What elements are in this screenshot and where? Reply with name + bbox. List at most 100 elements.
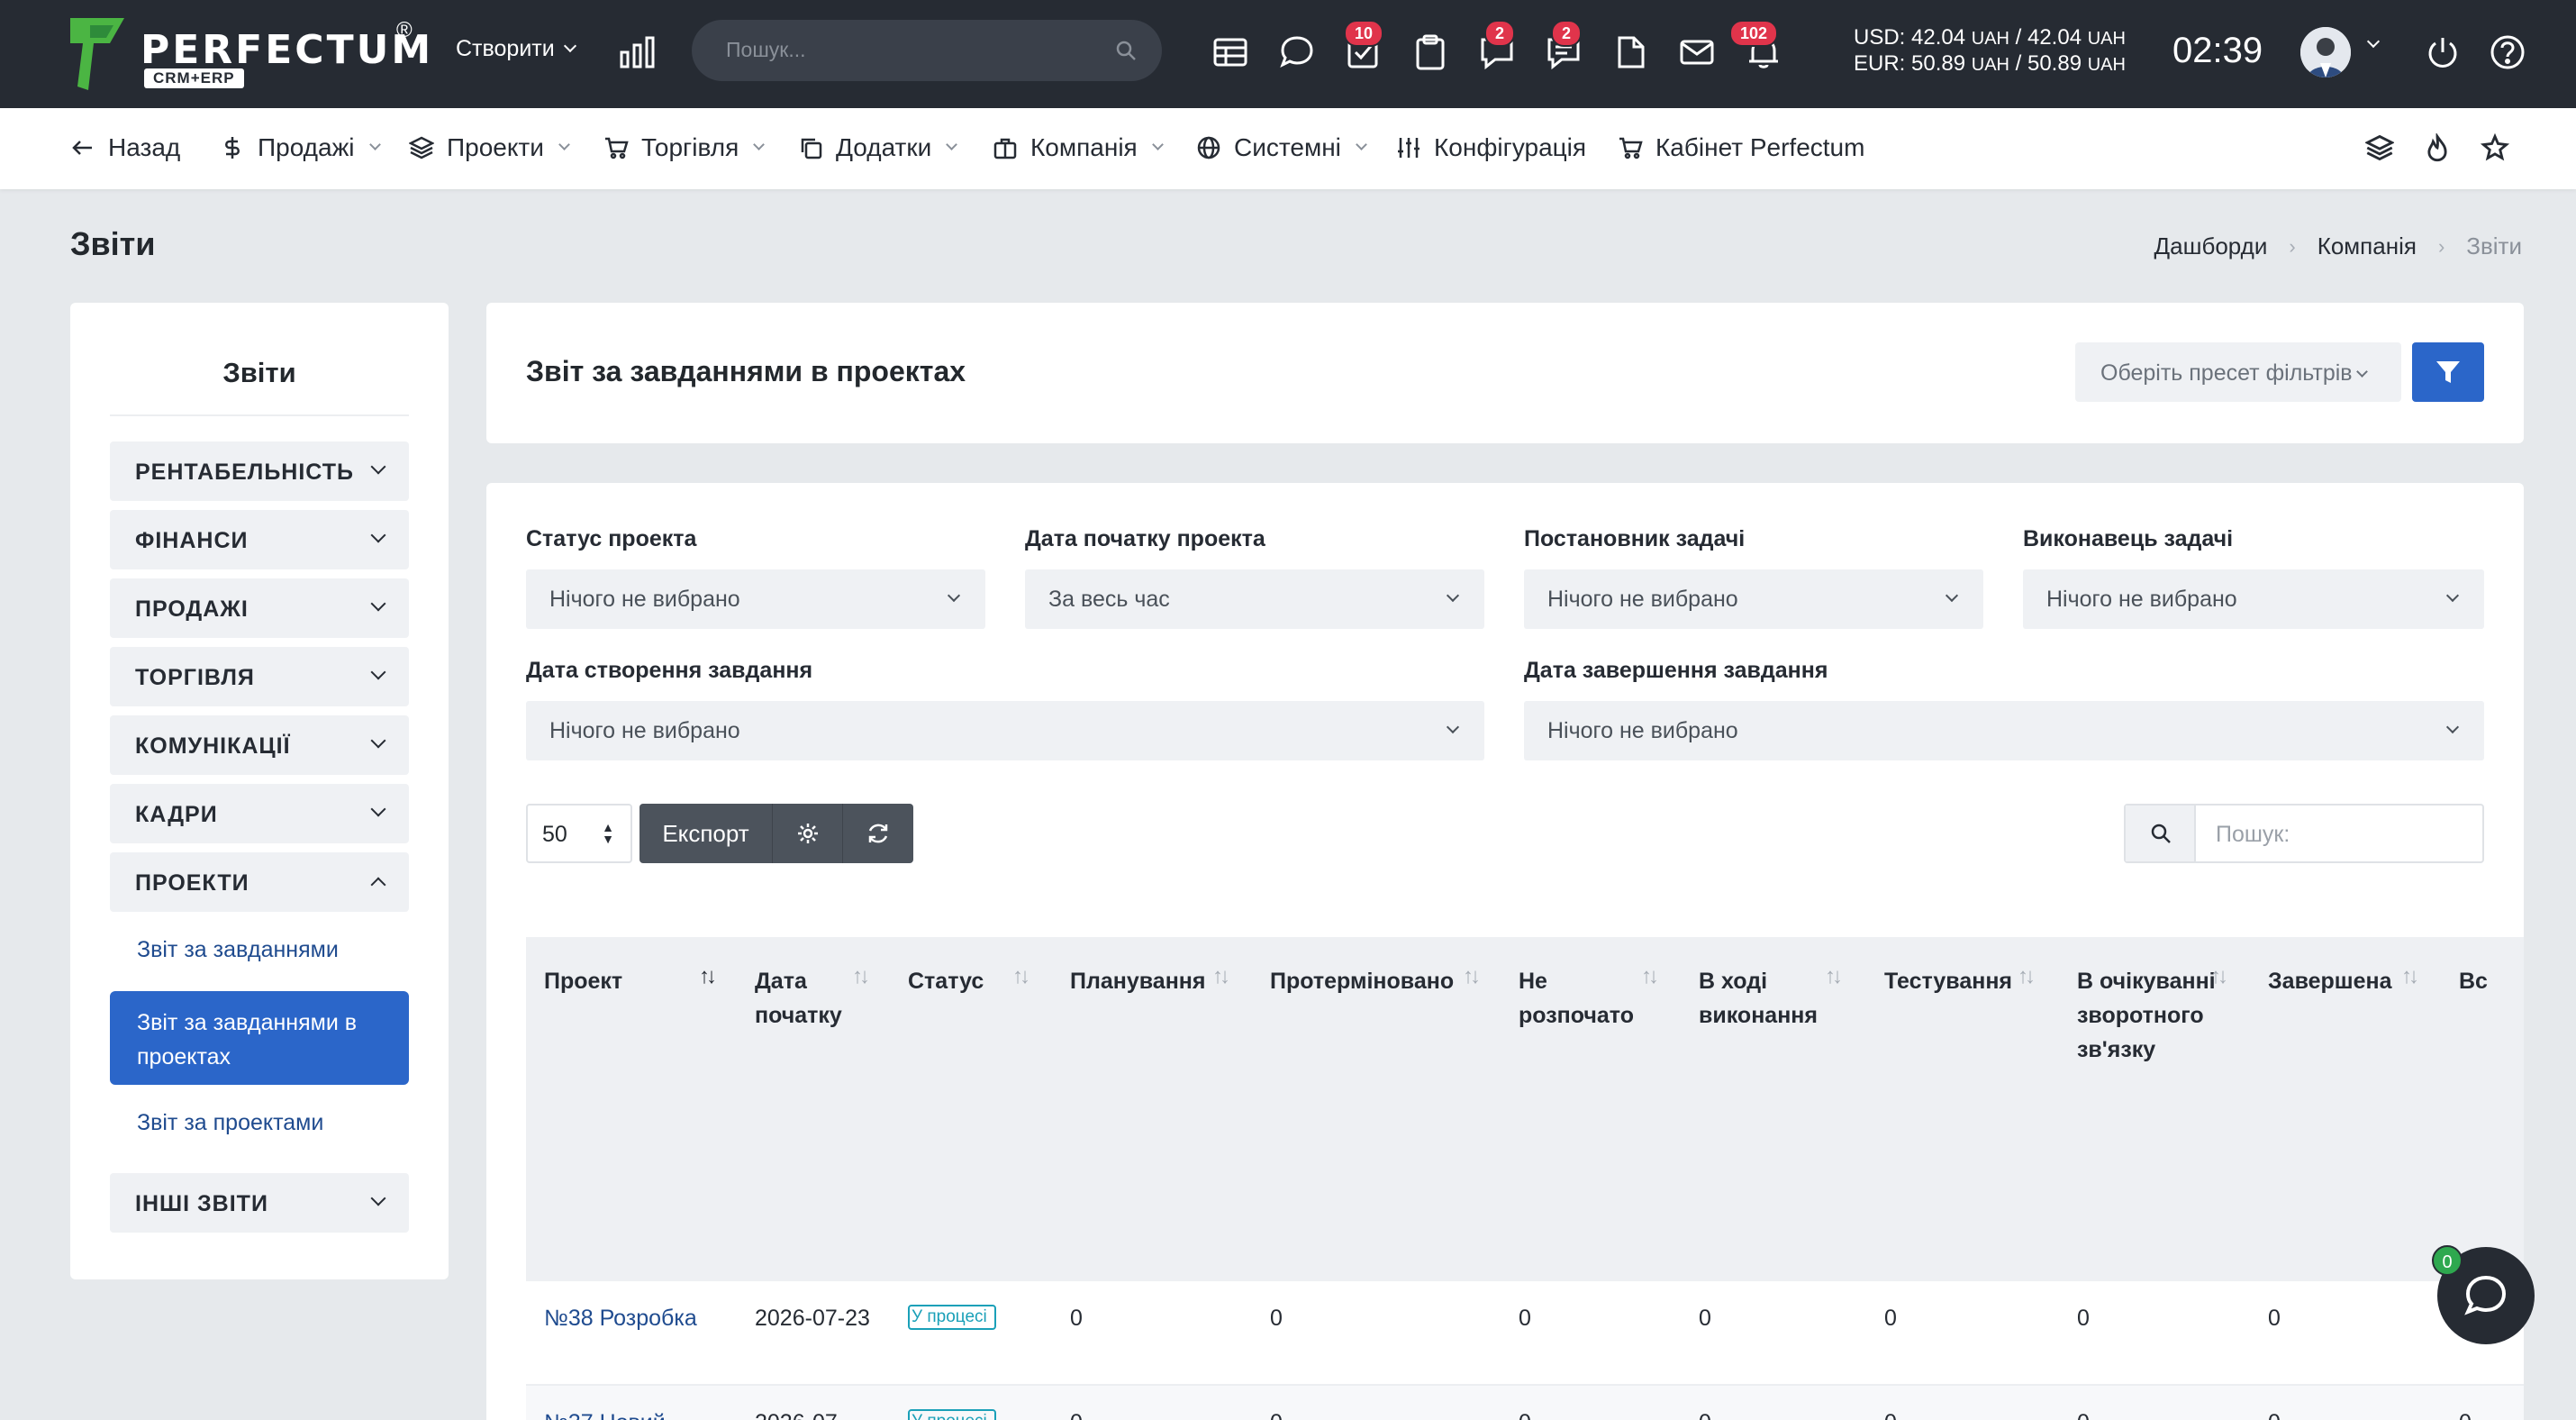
sort-icon[interactable]: ↑↓ — [2401, 964, 2419, 989]
sort-icon[interactable]: ↑↓ — [1463, 964, 1481, 989]
project-start-date-select[interactable]: За весь час — [1025, 569, 1484, 629]
nav-addons[interactable]: Додатки — [798, 133, 958, 162]
chevron-down-icon — [2445, 588, 2460, 603]
sidebar-item-task-report[interactable]: Звіт за завданнями — [137, 937, 339, 963]
nav-projects[interactable]: Проекти — [409, 133, 570, 162]
column-in-progress[interactable]: В ході виконання — [1699, 964, 1834, 1033]
sort-icon[interactable]: ↑↓ — [1825, 964, 1843, 989]
section-label: ПРОДАЖІ — [135, 596, 249, 622]
fire-icon[interactable] — [2423, 132, 2452, 162]
project-link[interactable]: №38 Розробка — [544, 1301, 697, 1335]
project-status-select[interactable]: Нічого не вибрано — [526, 569, 985, 629]
task-assignee-select[interactable]: Нічого не вибрано — [2023, 569, 2484, 629]
column-not-started[interactable]: Не розпочато — [1519, 964, 1654, 1033]
usd-rate-rest: / 42.04 — [2009, 25, 2088, 50]
messages-icon[interactable]: 2 — [1544, 20, 1583, 72]
power-icon[interactable] — [2423, 32, 2463, 72]
task-finished-date-select[interactable]: Нічого не вибрано — [1524, 701, 2484, 760]
comment-notes-icon[interactable]: 2 — [1477, 20, 1517, 72]
task-author-select[interactable]: Нічого не вибрано — [1524, 569, 1983, 629]
filter-button[interactable] — [2412, 342, 2484, 402]
column-overdue[interactable]: Протерміновано — [1270, 964, 1468, 998]
nav-back[interactable]: Назад — [70, 133, 180, 162]
refresh-button[interactable] — [843, 804, 913, 863]
clipboard-icon[interactable] — [1410, 32, 1450, 72]
section-label: КАДРИ — [135, 802, 218, 827]
sidebar-section-other-reports[interactable]: ІНШІ ЗВІТИ — [110, 1173, 409, 1233]
global-search-input[interactable]: Пошук... — [692, 20, 1162, 81]
bar-chart-icon[interactable] — [618, 32, 658, 72]
sort-icon[interactable]: ↑↓ — [1641, 964, 1659, 989]
settings-button[interactable] — [773, 804, 843, 863]
sidebar-section-finance[interactable]: ФІНАНСИ — [110, 510, 409, 569]
column-completed[interactable]: Завершена — [2268, 964, 2403, 998]
nav-label: Торгівля — [641, 133, 739, 161]
column-awaiting-feedback[interactable]: В очікуванні зворотного зв'язку — [2077, 964, 2230, 1067]
filter-label-task-finished: Дата завершення завдання — [1524, 658, 1828, 683]
calendar-table-icon[interactable] — [1211, 32, 1250, 72]
task-check-icon[interactable]: 10 — [1344, 20, 1384, 72]
column-total[interactable]: Вс — [2459, 964, 2513, 998]
project-link[interactable]: №37 Новий — [544, 1406, 666, 1420]
section-label: ТОРГІВЛЯ — [135, 665, 255, 690]
sidebar-item-project-task-report[interactable]: Звіт за завданнями в проектах — [110, 991, 409, 1085]
task-created-date-select[interactable]: Нічого не вибрано — [526, 701, 1484, 760]
breadcrumb-company[interactable]: Компанія — [2317, 232, 2417, 260]
sidebar-section-trade[interactable]: ТОРГІВЛЯ — [110, 647, 409, 706]
search-placeholder: Пошук... — [726, 38, 806, 61]
nav-sales[interactable]: Продажі — [220, 133, 381, 162]
nav-configuration[interactable]: Конфігурація — [1396, 133, 1586, 162]
file-icon[interactable] — [1610, 32, 1650, 72]
column-testing[interactable]: Тестування — [1884, 964, 2019, 998]
select-value: Нічого не вибрано — [549, 718, 740, 743]
chevron-down-icon — [1356, 138, 1367, 150]
star-icon[interactable] — [2480, 132, 2510, 162]
sidebar-section-sales[interactable]: ПРОДАЖІ — [110, 578, 409, 638]
column-status[interactable]: Статус — [908, 964, 1007, 998]
nav-company[interactable]: Компанія — [993, 133, 1164, 162]
report-title: Звіт за завданнями в проектах — [526, 355, 966, 387]
table-search-button[interactable] — [2126, 806, 2196, 861]
column-planning[interactable]: Планування — [1070, 964, 1214, 998]
nav-system[interactable]: Системні — [1196, 133, 1367, 162]
sidebar-section-communications[interactable]: КОМУНІКАЦІЇ — [110, 715, 409, 775]
sidebar-section-hr[interactable]: КАДРИ — [110, 784, 409, 843]
mail-icon[interactable] — [1677, 32, 1717, 72]
nav-perfectum-cabinet[interactable]: Кабінет Perfectum — [1618, 133, 1864, 162]
sort-icon[interactable]: ↑↓ — [2210, 964, 2228, 989]
section-label: ФІНАНСИ — [135, 528, 249, 553]
sort-icon[interactable]: ↑↓ — [852, 964, 870, 989]
nav-trade[interactable]: Торгівля — [603, 133, 766, 162]
sidebar-title: Звіти — [222, 357, 296, 388]
chat-widget-button[interactable]: 0 — [2432, 1245, 2535, 1344]
column-start-date[interactable]: Дата початку — [755, 964, 854, 1033]
layers-icon[interactable] — [2364, 133, 2395, 162]
cell-testing: 0 — [1884, 1306, 1897, 1331]
bell-icon[interactable]: 102 — [1729, 20, 1783, 72]
table-search-input[interactable]: Пошук: — [2124, 804, 2484, 863]
chat-bubble-icon[interactable] — [1277, 32, 1317, 72]
chevron-down-icon[interactable] — [2366, 34, 2381, 56]
column-project[interactable]: Проект — [544, 964, 652, 998]
create-menu-button[interactable]: Створити — [456, 36, 576, 62]
help-icon[interactable] — [2488, 32, 2527, 72]
sidebar-item-project-report[interactable]: Звіт за проектами — [137, 1110, 323, 1136]
chevron-down-icon — [2355, 366, 2368, 378]
logo[interactable]: PERFECTUM ® CRM+ERP — [70, 18, 431, 94]
sort-icon[interactable]: ↑↓ — [2018, 964, 2036, 989]
sort-icon[interactable]: ↑↓ — [1212, 964, 1230, 989]
page-size-select[interactable]: 50 ▲ ▼ — [526, 804, 632, 863]
sidebar-section-projects[interactable]: ПРОЕКТИ — [110, 852, 409, 912]
table-toolbar: Експорт — [639, 804, 913, 863]
export-button[interactable]: Експорт — [639, 804, 773, 863]
sort-icon[interactable]: ↑↓ — [1012, 964, 1030, 989]
filter-preset-select[interactable]: Оберіть пресет фільтрів — [2075, 342, 2401, 402]
eur-unit-2: UAH — [2087, 55, 2126, 75]
avatar[interactable] — [2300, 27, 2351, 77]
filter-label-task-author: Постановник задачі — [1524, 526, 1746, 551]
sort-desc-icon[interactable]: ↑↓ — [699, 964, 717, 989]
sidebar-section-profitability[interactable]: РЕНТАБЕЛЬНІСТЬ — [110, 441, 409, 501]
messages-badge: 2 — [1551, 20, 1583, 47]
layers-icon — [409, 136, 434, 159]
breadcrumb-dashboards[interactable]: Дашборди — [2154, 232, 2268, 260]
